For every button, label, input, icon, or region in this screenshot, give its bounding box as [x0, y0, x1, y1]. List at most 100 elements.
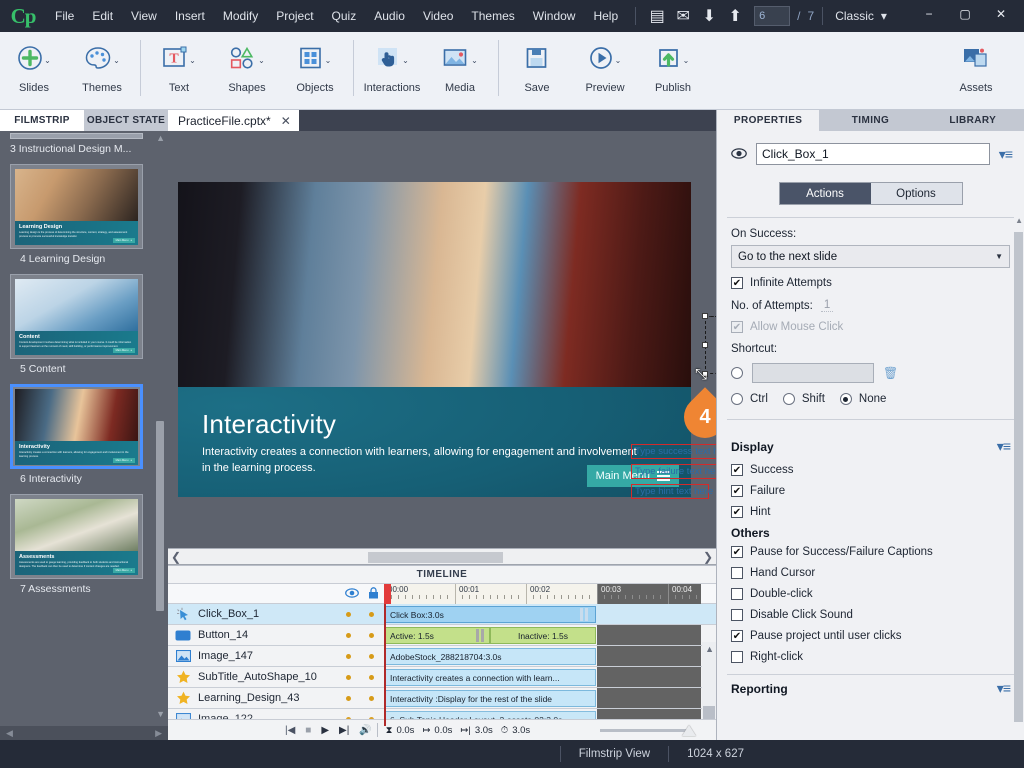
text-button[interactable]: T ⌄ Text — [145, 32, 213, 110]
table-row[interactable]: Learning_Design_43 Interactivity :Displa… — [168, 688, 716, 709]
filmstrip-panel[interactable]: 3 Instructional Design M... Learning Des… — [0, 131, 168, 740]
chevron-down-icon[interactable]: ⌄ — [325, 56, 332, 65]
timeline-bar-active[interactable]: Active: 1.5s — [384, 627, 490, 644]
notes-icon[interactable]: ▤ — [644, 0, 670, 32]
workspace-selector[interactable]: Classic ▾ — [835, 9, 887, 23]
timeline-track[interactable]: Interactivity creates a connection with … — [384, 667, 701, 687]
interactions-button[interactable]: ⌄ Interactions — [358, 32, 426, 110]
close-button[interactable]: ✕ — [984, 3, 1018, 25]
timeline-panel[interactable]: TIMELINE — [168, 565, 716, 740]
assets-button[interactable]: Assets — [942, 32, 1010, 110]
menu-themes[interactable]: Themes — [462, 0, 523, 32]
playhead-marker[interactable] — [384, 584, 391, 604]
timeline-vertical-scrollbar[interactable]: ▲ ▼ — [702, 642, 716, 726]
menu-video[interactable]: Video — [414, 0, 462, 32]
eye-icon[interactable] — [345, 587, 359, 601]
properties-scrollbar[interactable]: ▲ ▼ — [1014, 214, 1023, 759]
panel-menu-icon[interactable]: ▾≡ — [999, 146, 1012, 163]
tab-library[interactable]: LIBRARY — [922, 110, 1024, 131]
minimize-button[interactable]: − — [912, 3, 946, 25]
chevron-down-icon[interactable]: ⌄ — [402, 56, 409, 65]
success-caption[interactable]: Type success text here — [631, 444, 716, 459]
no-of-attempts-value[interactable]: 1 — [821, 299, 833, 312]
right-click-checkbox[interactable]: Right-click — [731, 651, 1010, 663]
slides-button[interactable]: ⌄ Slides — [0, 32, 68, 110]
shapes-button[interactable]: ⌄ Shapes — [213, 32, 281, 110]
slide-thumbnail[interactable]: Learning Design Learning design is the p… — [10, 164, 143, 249]
menu-modify[interactable]: Modify — [214, 0, 267, 32]
scroll-left-icon[interactable]: ❮ — [171, 550, 181, 564]
panel-menu-icon[interactable]: ▾≡ — [997, 680, 1010, 697]
trash-icon[interactable]: 🗑 — [883, 366, 898, 380]
eye-icon[interactable] — [731, 147, 747, 162]
scroll-up-icon[interactable]: ▲ — [705, 644, 714, 654]
slide-canvas[interactable]: Interactivity Interactivity creates a co… — [178, 182, 691, 497]
stop-button[interactable]: ■ — [300, 725, 316, 736]
disable-click-sound-checkbox[interactable]: Disable Click Sound — [731, 609, 1010, 621]
panel-menu-icon[interactable]: ▾≡ — [997, 438, 1010, 455]
visibility-dot[interactable] — [346, 675, 351, 680]
media-button[interactable]: ⌄ Media — [426, 32, 494, 110]
save-button[interactable]: Save — [503, 32, 571, 110]
timeline-bar[interactable]: Interactivity creates a connection with … — [384, 669, 596, 686]
chevron-down-icon[interactable]: ⌄ — [189, 56, 196, 65]
lock-icon[interactable] — [368, 587, 379, 602]
timeline-bar-inactive[interactable]: Inactive: 1.5s — [490, 627, 596, 644]
visibility-dot[interactable] — [346, 654, 351, 659]
infinite-attempts-checkbox[interactable]: ✔ Infinite Attempts — [731, 277, 1010, 289]
objects-button[interactable]: ⌄ Objects — [281, 32, 349, 110]
menu-quiz[interactable]: Quiz — [323, 0, 366, 32]
visibility-dot[interactable] — [346, 633, 351, 638]
menu-project[interactable]: Project — [267, 0, 322, 32]
hand-cursor-checkbox[interactable]: Hand Cursor — [731, 567, 1010, 579]
tab-filmstrip[interactable]: FILMSTRIP — [0, 110, 84, 131]
menu-edit[interactable]: Edit — [83, 0, 122, 32]
menu-insert[interactable]: Insert — [166, 0, 214, 32]
tab-properties[interactable]: PROPERTIES — [717, 110, 819, 131]
menu-help[interactable]: Help — [584, 0, 627, 32]
stage-scroll-thumb[interactable] — [368, 552, 503, 563]
timeline-bar[interactable]: Click Box:3.0s — [384, 606, 596, 623]
zoom-slider-knob[interactable] — [682, 725, 696, 736]
timeline-bar[interactable]: Interactivity :Display for the rest of t… — [384, 690, 596, 707]
table-row[interactable]: Image_147 AdobeStock_288218704:3.0s — [168, 646, 716, 667]
maximize-button[interactable]: ▢ — [948, 3, 982, 25]
slide-background-image[interactable] — [178, 182, 691, 387]
lock-dot[interactable] — [369, 696, 374, 701]
visibility-dot[interactable] — [346, 612, 351, 617]
chevron-down-icon[interactable]: ⌄ — [113, 56, 120, 65]
table-row[interactable]: Click_Box_1 Click Box:3.0s — [168, 604, 716, 625]
filmstrip-slide-5[interactable]: Content Content development involves det… — [0, 270, 168, 380]
stage-horizontal-scrollbar[interactable]: ❮ ❯ — [168, 548, 716, 565]
timeline-track[interactable]: Click Box:3.0s — [384, 604, 701, 624]
properties-panel[interactable]: PROPERTIES TIMING LIBRARY Click_Box_1 ▾≡… — [716, 110, 1024, 740]
resize-handle-w[interactable] — [702, 342, 708, 348]
failure-caption[interactable]: Type failure text here — [631, 464, 716, 479]
stage-area[interactable]: Interactivity Interactivity creates a co… — [168, 131, 716, 548]
shortcut-input[interactable] — [752, 363, 874, 383]
filmstrip-next-icon[interactable]: ▶ — [155, 728, 162, 739]
ctrl-radio[interactable] — [731, 393, 743, 405]
none-radio[interactable] — [840, 393, 852, 405]
menu-audio[interactable]: Audio — [365, 0, 414, 32]
themes-button[interactable]: ⌄ Themes — [68, 32, 136, 110]
tab-timing[interactable]: TIMING — [819, 110, 921, 131]
filmstrip-slide-6[interactable]: Interactivity Interactivity creates a co… — [0, 380, 168, 490]
lock-dot[interactable] — [369, 654, 374, 659]
menu-view[interactable]: View — [122, 0, 166, 32]
table-row[interactable]: Button_14 Active: 1.5s Inactive: 1.5s — [168, 625, 716, 646]
timeline-zoom-slider[interactable] — [600, 725, 698, 735]
pause-captions-checkbox[interactable]: ✔ Pause for Success/Failure Captions — [731, 546, 1010, 558]
timeline-track[interactable]: Interactivity :Display for the rest of t… — [384, 688, 701, 708]
display-failure-checkbox[interactable]: ✔ Failure — [731, 485, 1010, 497]
properties-scroll-thumb[interactable] — [1014, 232, 1023, 722]
go-to-start-button[interactable]: |◀ — [280, 725, 300, 736]
tab-object-state[interactable]: OBJECT STATE — [84, 110, 168, 131]
scroll-up-icon[interactable]: ▲ — [156, 133, 165, 143]
double-click-checkbox[interactable]: Double-click — [731, 588, 1010, 600]
on-success-select[interactable]: Go to the next slide ▼ — [731, 245, 1010, 268]
chevron-down-icon[interactable]: ⌄ — [615, 56, 622, 65]
display-hint-checkbox[interactable]: ✔ Hint — [731, 506, 1010, 518]
timeline-bar[interactable]: AdobeStock_288218704:3.0s — [384, 648, 596, 665]
object-name-input[interactable]: Click_Box_1 — [756, 143, 990, 165]
